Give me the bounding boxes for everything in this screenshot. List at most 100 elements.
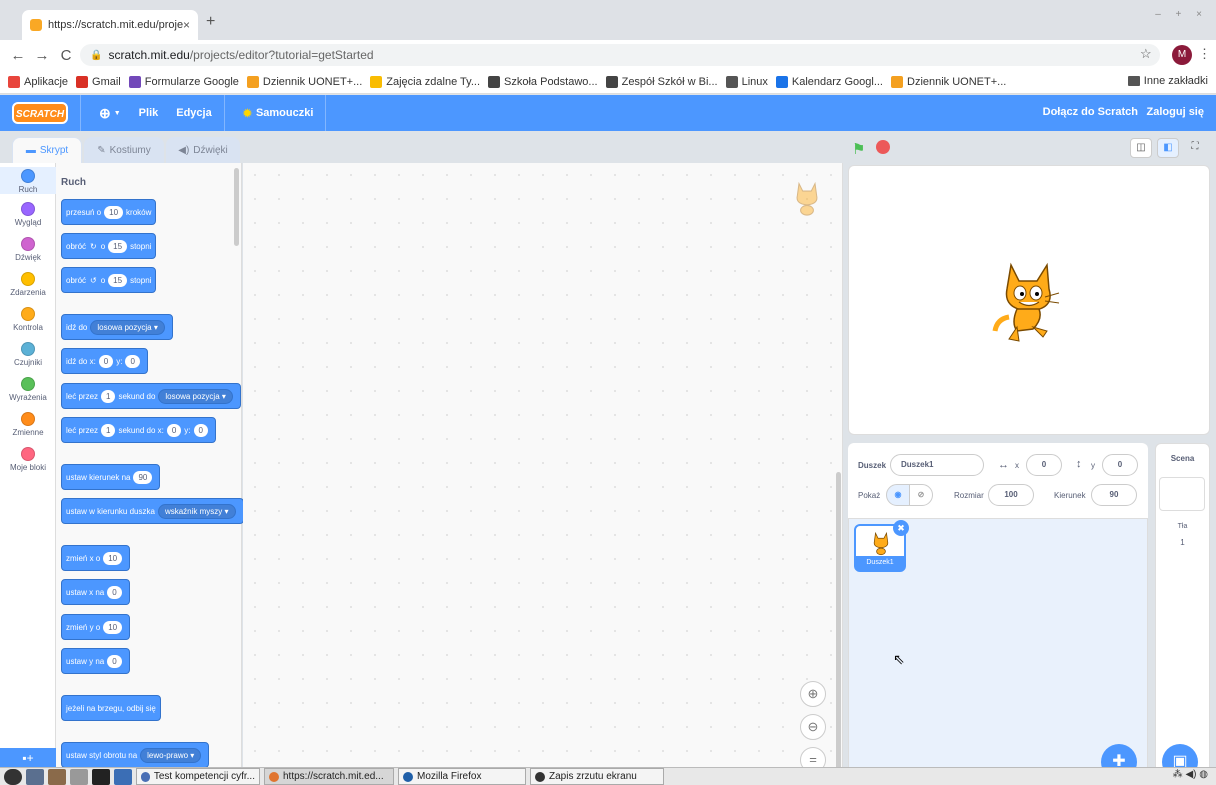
bookmark-item[interactable]: Szkoła Podstawo... — [488, 75, 598, 88]
url-field[interactable]: 🔒 scratch.mit.edu/projects/editor?tutori… — [80, 44, 1160, 66]
join-scratch-link[interactable]: Dołącz do Scratch — [1043, 106, 1138, 118]
browser-menu-icon[interactable]: ⋮ — [1198, 46, 1211, 62]
tutorials-button[interactable]: ✹ Samouczki — [243, 107, 314, 120]
show-visible-toggle[interactable]: ◉ — [886, 484, 910, 506]
bookmark-item[interactable]: Dziennik UONET+... — [246, 75, 362, 88]
zoom-in-button[interactable]: ⊕ — [800, 681, 826, 707]
block-dropdown[interactable]: losowa pozycja ▾ — [158, 388, 233, 404]
block-input[interactable]: 0 — [125, 354, 140, 368]
taskbar-task[interactable]: https://scratch.mit.ed... — [264, 768, 394, 785]
sign-in-link[interactable]: Zaloguj się — [1147, 106, 1204, 118]
block-point-direction[interactable]: ustaw kierunek na 90 — [61, 464, 161, 490]
large-stage-button[interactable]: ◧ — [1157, 138, 1179, 158]
y-field[interactable]: 0 — [1102, 454, 1138, 476]
bookmark-item[interactable]: Linux — [725, 75, 768, 88]
taskbar-task[interactable]: Test kompetencji cyfr... — [136, 768, 260, 785]
block-point-towards[interactable]: ustaw w kierunku duszka wskaźnik myszy ▾ — [61, 498, 244, 524]
bookmark-item[interactable]: Zespół Szkół w Bi... — [605, 75, 718, 88]
bookmark-item[interactable]: Zajęcia zdalne Ty... — [370, 75, 480, 88]
scratch-cat-sprite[interactable] — [989, 261, 1071, 345]
system-tray[interactable]: ⁂ ◀) ◍ — [1173, 769, 1208, 780]
block-input[interactable]: 1 — [101, 389, 116, 403]
scratch-logo[interactable]: SCRATCH — [12, 102, 68, 124]
block-dropdown[interactable]: losowa pozycja ▾ — [90, 319, 165, 335]
block-turn-right[interactable]: obróć ↻ o 15 stopni — [61, 233, 157, 259]
forward-icon[interactable]: → — [30, 47, 54, 64]
bookmark-item[interactable]: Dziennik UONET+... — [891, 75, 1006, 88]
small-stage-button[interactable]: ◫ — [1130, 138, 1152, 158]
block-move-steps[interactable]: przesuń o 10 kroków — [61, 199, 157, 225]
block-input[interactable]: 0 — [107, 585, 122, 599]
category-zdarzenia[interactable]: Zdarzenia — [0, 272, 56, 297]
block-change-y[interactable]: zmień y o 10 — [61, 614, 131, 640]
other-bookmarks[interactable]: Inne zakładki — [1127, 75, 1208, 87]
taskbar-task[interactable]: Zapis zrzutu ekranu — [530, 768, 664, 785]
block-input[interactable]: 0 — [166, 423, 182, 437]
stage[interactable] — [848, 165, 1210, 435]
block-input[interactable]: 15 — [108, 239, 128, 253]
desktop-icon[interactable] — [48, 768, 66, 785]
block-bounce-on-edge[interactable]: jeżeli na brzegu, odbij się — [61, 695, 161, 721]
block-set-y[interactable]: ustaw y na 0 — [61, 648, 130, 674]
zoom-out-button[interactable]: ⊖ — [800, 714, 826, 740]
block-turn-left[interactable]: obróć ↺ o 15 stopni — [61, 267, 157, 293]
block-dropdown[interactable]: wskaźnik myszy ▾ — [157, 503, 236, 519]
show-hidden-toggle[interactable]: ⊘ — [909, 484, 933, 506]
close-tab-icon[interactable]: × — [183, 18, 190, 32]
account-avatar[interactable]: M — [1172, 45, 1192, 65]
direction-field[interactable]: 90 — [1091, 484, 1137, 506]
browser-tab[interactable]: https://scratch.mit.edu/projec × — [22, 10, 198, 40]
block-change-x[interactable]: zmień x o 10 — [61, 545, 131, 571]
block-go-to[interactable]: idź do losowa pozycja ▾ — [61, 314, 173, 340]
window-controls[interactable]: – + × — [1155, 9, 1208, 20]
category-wygląd[interactable]: Wygląd — [0, 202, 56, 227]
category-zmienne[interactable]: Zmienne — [0, 412, 56, 437]
green-flag-icon[interactable]: ⚑ — [852, 140, 865, 158]
workspace-scrollbar[interactable] — [836, 472, 841, 772]
file-menu[interactable]: Plik — [139, 107, 159, 119]
reload-icon[interactable]: C — [54, 47, 78, 64]
block-input[interactable]: 1 — [101, 423, 116, 437]
tab-sounds[interactable]: ◀) Dźwięki — [166, 137, 240, 163]
tab-costumes[interactable]: ✎ Kostiumy — [84, 137, 164, 163]
taskbar-task[interactable]: Mozilla Firefox — [398, 768, 526, 785]
category-wyrażenia[interactable]: Wyrażenia — [0, 377, 56, 402]
category-dźwięk[interactable]: Dźwięk — [0, 237, 56, 262]
block-input[interactable]: 10 — [103, 551, 123, 565]
backdrop-thumbnail[interactable] — [1159, 477, 1205, 511]
block-glide-to-xy[interactable]: leć przez 1 sekund do x: 0 y: 0 — [61, 417, 216, 443]
block-glide-to[interactable]: leć przez 1 sekund do losowa pozycja ▾ — [61, 383, 241, 409]
settings-icon[interactable] — [114, 768, 132, 785]
block-input[interactable]: 0 — [107, 654, 122, 668]
block-input[interactable]: 90 — [133, 470, 153, 484]
language-menu[interactable]: ⊕ ▼ — [99, 105, 121, 122]
network-folder-icon[interactable] — [26, 768, 44, 785]
files-icon[interactable] — [70, 768, 88, 785]
sprite-name-field[interactable]: Duszek1 — [890, 454, 984, 476]
size-field[interactable]: 100 — [988, 484, 1034, 506]
block-input[interactable]: 0 — [193, 423, 208, 437]
category-kontrola[interactable]: Kontrola — [0, 307, 56, 332]
stop-icon[interactable] — [876, 140, 890, 154]
terminal-icon[interactable] — [92, 768, 110, 785]
block-set-x[interactable]: ustaw x na 0 — [61, 579, 130, 605]
palette-scrollbar[interactable] — [234, 168, 239, 246]
x-field[interactable]: 0 — [1026, 454, 1062, 476]
fullscreen-button[interactable]: ⛶ — [1184, 138, 1206, 158]
start-menu-icon[interactable] — [4, 768, 22, 785]
bookmark-item[interactable]: Formularze Google — [128, 75, 239, 88]
bookmark-item[interactable]: Kalendarz Googl... — [775, 75, 883, 88]
add-extension-button[interactable]: ▪+ — [0, 748, 56, 768]
category-czujniki[interactable]: Czujniki — [0, 342, 56, 367]
block-input[interactable]: 0 — [98, 354, 114, 368]
tab-code[interactable]: ▬ Skrypt — [12, 137, 82, 163]
edit-menu[interactable]: Edycja — [176, 107, 211, 119]
block-dropdown[interactable]: lewo-prawo ▾ — [140, 747, 202, 763]
bookmark-star-icon[interactable]: ☆ — [1140, 46, 1152, 62]
category-moje-bloki[interactable]: Moje bloki — [0, 447, 56, 472]
block-set-rotation-style[interactable]: ustaw styl obrotu na lewo-prawo ▾ — [61, 742, 210, 768]
block-input[interactable]: 10 — [103, 620, 123, 634]
new-tab-button[interactable]: + — [206, 13, 215, 31]
block-go-to-xy[interactable]: idź do x: 0 y: 0 — [61, 348, 148, 374]
block-input[interactable]: 15 — [108, 273, 128, 287]
